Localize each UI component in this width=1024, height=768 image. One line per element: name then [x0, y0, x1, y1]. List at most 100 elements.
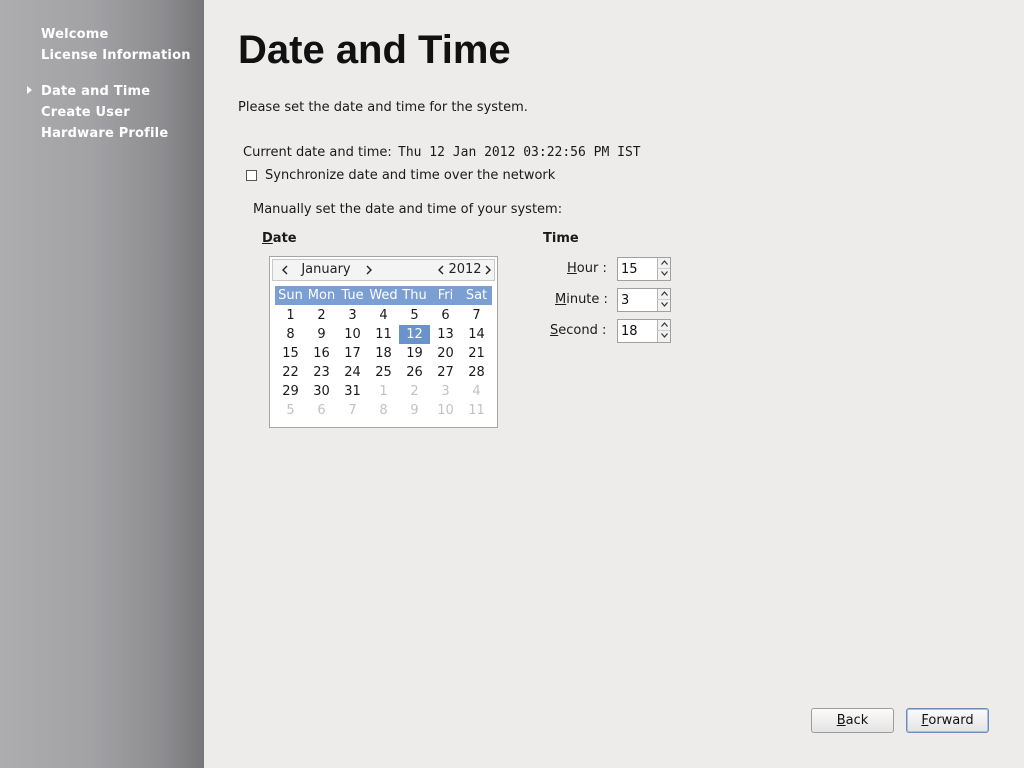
- calendar-day[interactable]: 27: [430, 363, 461, 382]
- minute-arrow-up-icon[interactable]: [657, 289, 670, 300]
- calendar-day-grid: 1 2 3 4 5 6 7 8 9 10 11 12 13 14 15 16 1…: [275, 306, 492, 420]
- hour-label-rest: our :: [576, 261, 607, 276]
- back-button-mnemonic: B: [836, 713, 846, 728]
- weekday-label: Sun: [278, 288, 303, 303]
- intro-text: Please set the date and time for the sys…: [238, 100, 528, 115]
- calendar-day[interactable]: 13: [430, 325, 461, 344]
- calendar-week-row: 1 2 3 4 5 6 7: [275, 306, 492, 325]
- calendar-day-next-month[interactable]: 9: [399, 401, 430, 420]
- prev-month-chevron-left-icon[interactable]: [278, 260, 292, 280]
- calendar-day[interactable]: 28: [461, 363, 492, 382]
- next-month-chevron-right-icon[interactable]: [362, 260, 376, 280]
- weekday-label: Tue: [341, 288, 364, 303]
- calendar-day[interactable]: 30: [306, 382, 337, 401]
- minute-label-mnemonic: M: [555, 292, 567, 307]
- current-datetime-label: Current date and time:: [243, 145, 392, 160]
- minute-input[interactable]: [618, 289, 656, 311]
- calendar-day[interactable]: 29: [275, 382, 306, 401]
- calendar-day[interactable]: 10: [337, 325, 368, 344]
- weekday-header-row: Sun Mon Tue Wed Thu Fri Sat: [275, 286, 492, 305]
- calendar-day[interactable]: 7: [461, 306, 492, 325]
- calendar-day-next-month[interactable]: 11: [461, 401, 492, 420]
- calendar-week-row: 15 16 17 18 19 20 21: [275, 344, 492, 363]
- minute-arrow-down-icon[interactable]: [657, 300, 670, 311]
- calendar[interactable]: January 2012 Sun Mon Tue Wed Thu Fri Sat…: [269, 256, 498, 428]
- calendar-day-next-month[interactable]: 10: [430, 401, 461, 420]
- sidebar-item-license-information: License Information: [41, 48, 191, 63]
- calendar-week-row: 29 30 31 1 2 3 4: [275, 382, 492, 401]
- calendar-day[interactable]: 1: [275, 306, 306, 325]
- calendar-year-label: 2012: [448, 262, 482, 277]
- calendar-day[interactable]: 25: [368, 363, 399, 382]
- active-step-caret-right-icon: [27, 86, 32, 94]
- calendar-day[interactable]: 23: [306, 363, 337, 382]
- manual-set-label: Manually set the date and time of your s…: [253, 202, 563, 217]
- second-input[interactable]: [618, 320, 656, 342]
- forward-button[interactable]: Forward: [906, 708, 989, 733]
- calendar-day[interactable]: 8: [275, 325, 306, 344]
- hour-label-mnemonic: H: [567, 261, 577, 276]
- calendar-day[interactable]: 9: [306, 325, 337, 344]
- back-button-rest: ack: [845, 713, 869, 728]
- hour-arrow-up-icon[interactable]: [657, 258, 670, 269]
- date-heading: Date: [262, 231, 297, 247]
- calendar-day-next-month[interactable]: 3: [430, 382, 461, 401]
- calendar-day[interactable]: 26: [399, 363, 430, 382]
- date-heading-mnemonic: D: [262, 231, 273, 246]
- calendar-day[interactable]: 22: [275, 363, 306, 382]
- calendar-day[interactable]: 17: [337, 344, 368, 363]
- date-heading-rest: ate: [272, 231, 297, 246]
- weekday-label: Thu: [402, 288, 427, 303]
- sidebar-item-date-and-time: Date and Time: [41, 84, 151, 99]
- hour-arrow-down-icon[interactable]: [657, 269, 670, 280]
- calendar-month-label: January: [301, 262, 351, 277]
- calendar-day-next-month[interactable]: 6: [306, 401, 337, 420]
- sidebar-item-create-user: Create User: [41, 105, 130, 120]
- calendar-day[interactable]: 16: [306, 344, 337, 363]
- calendar-week-row: 5 6 7 8 9 10 11: [275, 401, 492, 420]
- calendar-day[interactable]: 2: [306, 306, 337, 325]
- calendar-day[interactable]: 21: [461, 344, 492, 363]
- calendar-day[interactable]: 5: [399, 306, 430, 325]
- calendar-day[interactable]: 14: [461, 325, 492, 344]
- calendar-day[interactable]: 11: [368, 325, 399, 344]
- second-arrow-up-icon[interactable]: [657, 320, 670, 331]
- hour-input[interactable]: [618, 258, 656, 280]
- sync-network-label[interactable]: Synchronize date and time over the netwo…: [265, 168, 555, 184]
- next-year-chevron-right-icon[interactable]: [481, 260, 495, 280]
- calendar-day-next-month[interactable]: 2: [399, 382, 430, 401]
- calendar-day-next-month[interactable]: 7: [337, 401, 368, 420]
- sync-network-checkbox[interactable]: [246, 170, 257, 181]
- second-arrow-down-icon[interactable]: [657, 331, 670, 342]
- calendar-day-next-month[interactable]: 4: [461, 382, 492, 401]
- hour-label: Hour :: [567, 261, 607, 277]
- calendar-day[interactable]: 19: [399, 344, 430, 363]
- hour-spinner: [617, 257, 671, 281]
- calendar-day[interactable]: 24: [337, 363, 368, 382]
- calendar-day[interactable]: 3: [337, 306, 368, 325]
- current-datetime-value: Thu 12 Jan 2012 03:22:56 PM IST: [398, 145, 641, 160]
- calendar-day-next-month[interactable]: 5: [275, 401, 306, 420]
- calendar-day[interactable]: 18: [368, 344, 399, 363]
- calendar-day[interactable]: 15: [275, 344, 306, 363]
- calendar-day-next-month[interactable]: 8: [368, 401, 399, 420]
- weekday-label: Fri: [437, 288, 454, 303]
- calendar-week-row: 8 9 10 11 12 13 14: [275, 325, 492, 344]
- minute-spinner: [617, 288, 671, 312]
- prev-year-chevron-left-icon[interactable]: [434, 260, 448, 280]
- second-label: Second :: [550, 323, 606, 339]
- calendar-day-next-month[interactable]: 1: [368, 382, 399, 401]
- weekday-label: Mon: [307, 288, 336, 303]
- calendar-day[interactable]: 20: [430, 344, 461, 363]
- calendar-day[interactable]: 6: [430, 306, 461, 325]
- calendar-day-selected[interactable]: 12: [399, 325, 430, 344]
- calendar-day[interactable]: 31: [337, 382, 368, 401]
- back-button[interactable]: Back: [811, 708, 894, 733]
- time-heading: Time: [543, 231, 579, 246]
- second-spinner: [617, 319, 671, 343]
- page-title: Date and Time: [238, 28, 511, 72]
- minute-label-rest: inute :: [566, 292, 608, 307]
- minute-label: Minute :: [555, 292, 608, 308]
- calendar-day[interactable]: 4: [368, 306, 399, 325]
- forward-button-rest: orward: [928, 713, 974, 728]
